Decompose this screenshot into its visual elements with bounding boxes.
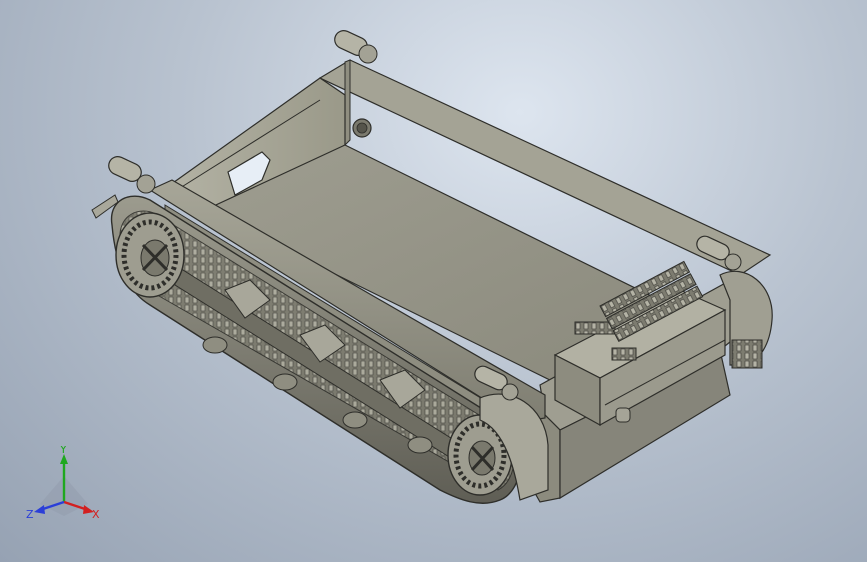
- coordinate-triad[interactable]: Y X Z: [24, 446, 104, 526]
- y-axis-label: Y: [59, 446, 67, 456]
- rear-sprocket[interactable]: [115, 212, 185, 298]
- x-axis-label: X: [92, 508, 100, 521]
- lift-hook-rear-left[interactable]: [106, 154, 156, 194]
- pipe-fitting-icon: [615, 407, 631, 423]
- z-arrow-icon: [34, 505, 45, 514]
- lift-hook-rear-top[interactable]: [332, 28, 378, 64]
- chassis-3d-model[interactable]: [0, 0, 867, 562]
- z-axis-label: Z: [26, 508, 34, 521]
- graphics-viewport[interactable]: Y X Z: [0, 0, 867, 562]
